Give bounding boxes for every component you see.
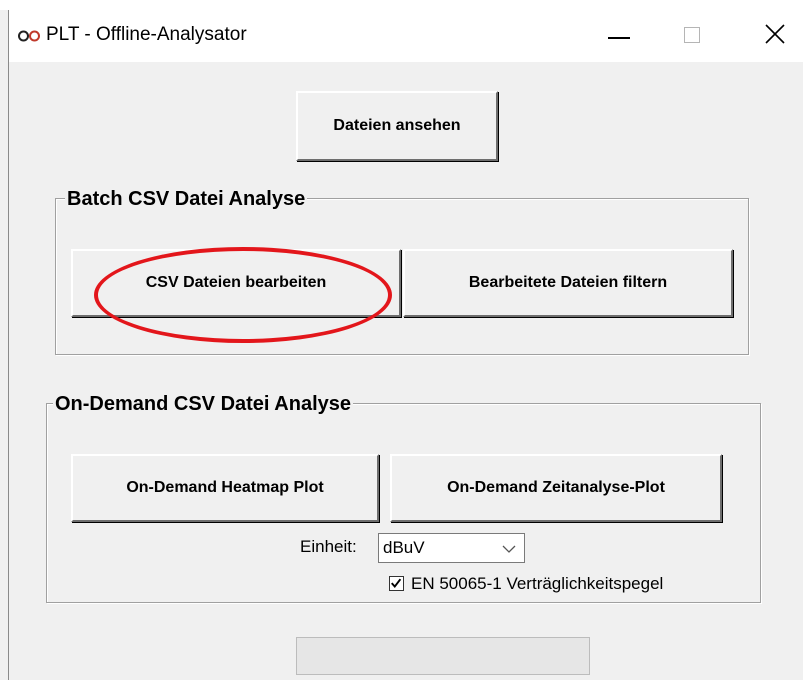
compat-level-label: EN 50065-1 Verträglichkeitspegel	[411, 574, 664, 593]
view-files-button[interactable]: Dateien ansehen	[296, 91, 498, 161]
heatmap-plot-button[interactable]: On-Demand Heatmap Plot	[71, 454, 379, 522]
unit-select-value: dBuV	[383, 538, 425, 557]
compat-level-checkbox[interactable]	[389, 576, 404, 591]
chevron-down-icon	[502, 545, 516, 553]
minimize-icon	[608, 37, 630, 39]
maximize-icon	[684, 27, 700, 43]
checkmark-icon	[391, 578, 402, 589]
background-strip	[0, 0, 803, 10]
on-demand-analysis-group-title: On-Demand CSV Datei Analyse	[53, 393, 354, 416]
infinity-logo-icon	[18, 30, 40, 42]
minimize-button[interactable]	[583, 10, 643, 62]
close-button[interactable]	[743, 10, 803, 62]
unit-label: Einheit:	[300, 537, 357, 556]
title-bar[interactable]: PLT - Offline-Analysator	[9, 10, 803, 62]
app-window: PLT - Offline-Analysator Dateien ansehen…	[8, 10, 803, 680]
batch-analysis-group-title: Batch CSV Datei Analyse	[65, 188, 308, 211]
progress-bar	[296, 637, 590, 675]
edit-csv-files-button[interactable]: CSV Dateien bearbeiten	[71, 249, 401, 317]
unit-select[interactable]: dBuV	[378, 533, 525, 563]
filter-processed-files-button[interactable]: Bearbeitete Dateien filtern	[403, 249, 733, 317]
time-analysis-plot-button[interactable]: On-Demand Zeitanalyse-Plot	[390, 454, 722, 522]
window-title: PLT - Offline-Analysator	[46, 24, 247, 45]
close-icon	[765, 24, 785, 44]
maximize-button[interactable]	[661, 10, 721, 62]
